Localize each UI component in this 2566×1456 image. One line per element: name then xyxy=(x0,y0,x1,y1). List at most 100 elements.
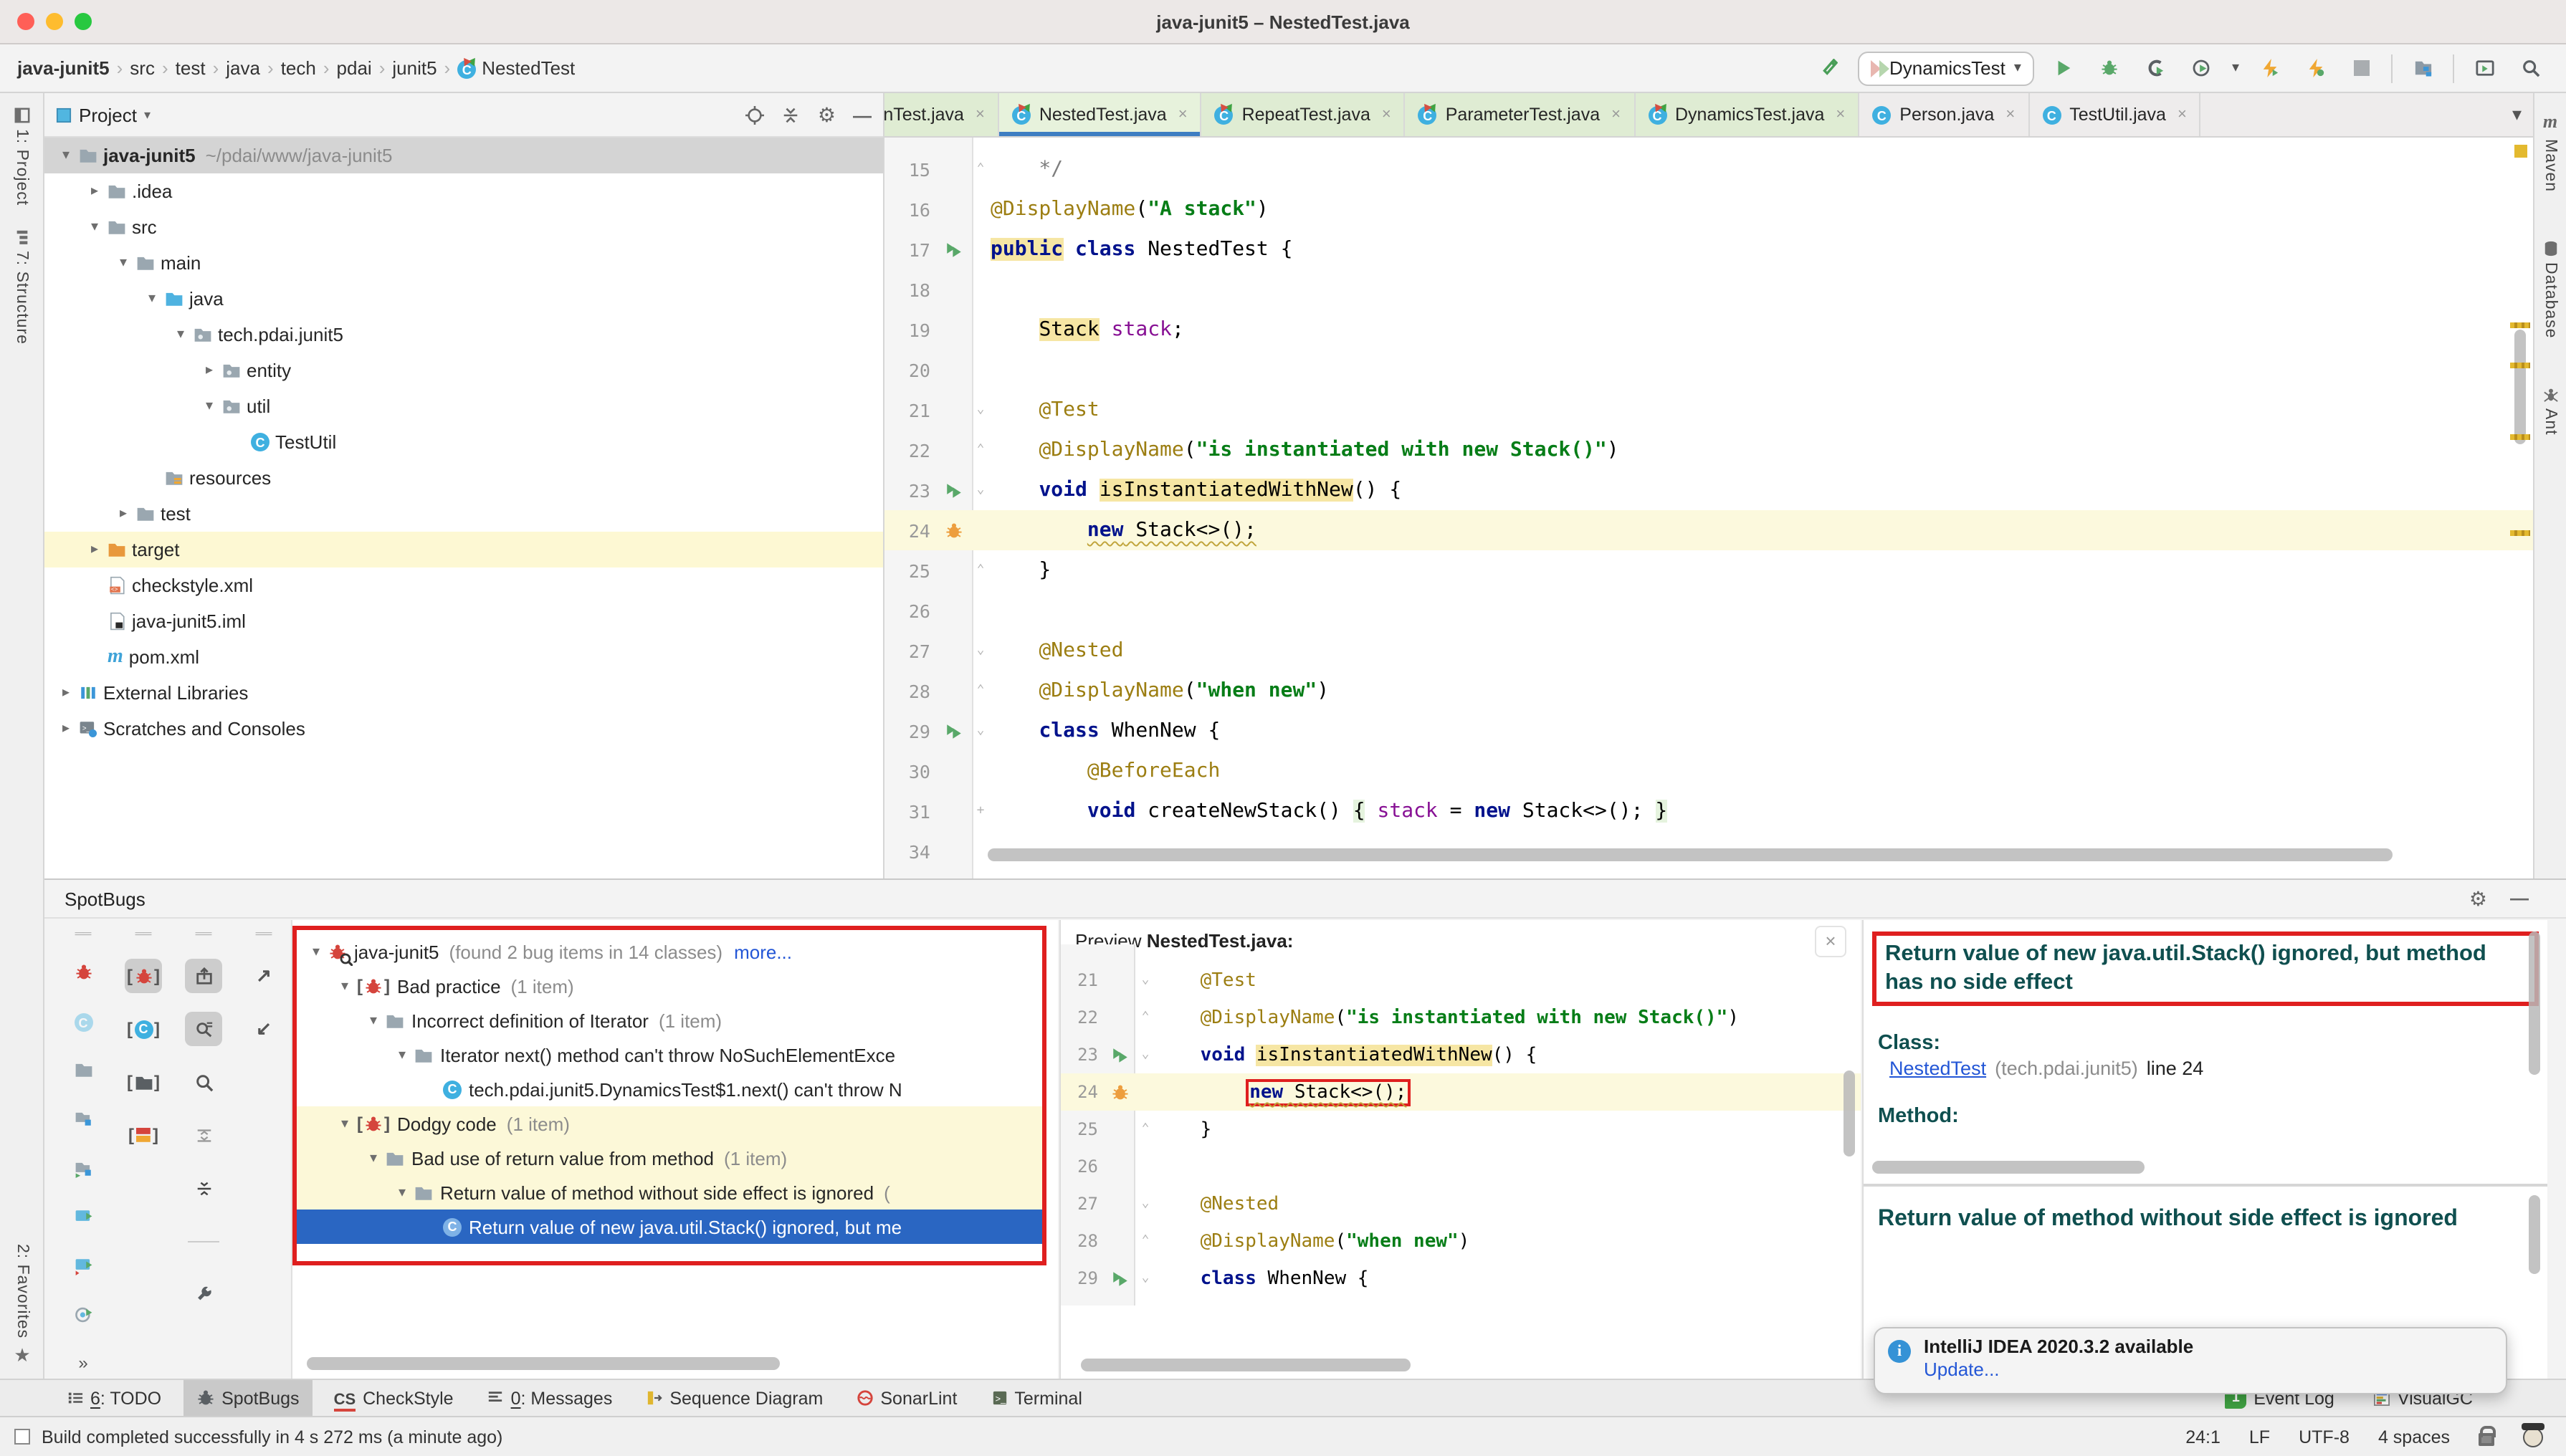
locate-file-icon[interactable] xyxy=(746,105,765,124)
toolwindow-button-sequence-diagram[interactable]: Sequence Diagram xyxy=(634,1380,836,1416)
editor-tab-nestedtest-java[interactable]: CNestedTest.java× xyxy=(999,93,1202,136)
warning-stripe-mark[interactable] xyxy=(2510,363,2530,368)
collapse-all-icon[interactable] xyxy=(782,105,801,124)
project-tree-item-java-junit5[interactable]: ▾java-junit5~/pdai/www/java-junit5 xyxy=(44,138,883,173)
code-line-26[interactable]: 26 xyxy=(1061,1148,1861,1185)
editor-tab-testutil-java[interactable]: CTestUtil.java× xyxy=(2029,93,2201,136)
code-line-16[interactable]: 16@DisplayName("A stack") xyxy=(884,189,2533,229)
expand-all-icon[interactable] xyxy=(185,1118,222,1152)
analyze-run-icon[interactable] xyxy=(65,957,102,987)
fold-marker[interactable]: + xyxy=(970,804,991,818)
bug-tree-item[interactable]: ▾[]Bad practice(1 item) xyxy=(297,969,1042,1003)
stop-button[interactable] xyxy=(2345,52,2377,84)
fold-marker[interactable]: ⌃ xyxy=(1135,1010,1155,1025)
analyze-scope-icon[interactable] xyxy=(65,1300,102,1330)
bug-tree-item[interactable]: ▾Iterator next() method can't throw NoSu… xyxy=(297,1038,1042,1072)
tree-down-arrow-icon[interactable]: ▾ xyxy=(56,148,76,163)
editor-tab-dynamicstest-java[interactable]: CDynamicsTest.java× xyxy=(1635,93,1859,136)
fold-marker[interactable]: ⌄ xyxy=(970,643,991,658)
close-window-button[interactable] xyxy=(17,13,34,30)
line-separator[interactable]: LF xyxy=(2249,1427,2270,1447)
bug-gutter-icon[interactable] xyxy=(944,521,963,540)
toolwindow-button-6-todo[interactable]: 6: TODO xyxy=(54,1380,174,1416)
more-actions-icon[interactable]: » xyxy=(65,1349,102,1379)
code-editor[interactable]: 15⌃ */16@DisplayName("A stack")17public … xyxy=(884,138,2533,878)
bug-tree-item[interactable]: ▾Bad use of return value from method(1 i… xyxy=(297,1141,1042,1175)
preview-vertical-scrollbar[interactable] xyxy=(1844,1071,1855,1156)
inspection-status-square[interactable] xyxy=(2514,145,2527,158)
breadcrumb-item[interactable]: pdai xyxy=(334,57,375,79)
fold-marker[interactable]: ⌄ xyxy=(1135,973,1155,987)
fold-marker[interactable]: ⌃ xyxy=(970,563,991,578)
toolbar-drag-handle[interactable]: ══ xyxy=(185,929,222,940)
tree-down-arrow-icon[interactable]: ▾ xyxy=(334,978,356,994)
close-tab-icon[interactable]: × xyxy=(1836,106,1845,123)
code-line-22[interactable]: 22⌃ @DisplayName("is instantiated with n… xyxy=(884,430,2533,470)
close-tab-icon[interactable]: × xyxy=(976,106,985,123)
tree-right-arrow-icon[interactable]: ▸ xyxy=(113,506,133,522)
tool-window-button-favorites[interactable]: 2: Favorites ★ xyxy=(0,1244,44,1367)
build-hammer-icon[interactable] xyxy=(1812,52,1844,84)
editor-tab-tiontest-java[interactable]: CtionTest.java× xyxy=(884,93,999,136)
code-line-25[interactable]: 25⌃ } xyxy=(1061,1111,1861,1148)
hide-panel-icon[interactable]: — xyxy=(2510,886,2529,911)
details-vertical-scrollbar[interactable] xyxy=(2529,931,2540,1075)
tree-down-arrow-icon[interactable]: ▾ xyxy=(363,1012,384,1028)
debug-hotswap-button[interactable] xyxy=(2299,52,2331,84)
hidden-tabs-chevron-icon[interactable]: ▾ xyxy=(2501,93,2533,136)
fold-marker[interactable]: ⌃ xyxy=(970,443,991,457)
analyze-class-icon[interactable]: C xyxy=(65,1006,102,1036)
import-results-icon[interactable]: ↙ xyxy=(245,1012,282,1046)
code-line-26[interactable]: 26 xyxy=(884,590,2533,631)
project-tree-item-scratches-and-consoles[interactable]: ▸>_Scratches and Consoles xyxy=(44,711,883,747)
analyze-changed-icon[interactable] xyxy=(65,1153,102,1183)
project-tree-item-target[interactable]: ▸target xyxy=(44,532,883,567)
caret-position[interactable]: 24:1 xyxy=(2185,1427,2221,1447)
warning-stripe-mark[interactable] xyxy=(2510,322,2530,328)
code-line-24[interactable]: 24 new Stack<>(); xyxy=(1061,1073,1861,1111)
code-line-18[interactable]: 18 xyxy=(884,269,2533,310)
code-line-27[interactable]: 27⌄ @Nested xyxy=(1061,1185,1861,1222)
tree-right-arrow-icon[interactable]: ▸ xyxy=(56,685,76,701)
tree-down-arrow-icon[interactable]: ▾ xyxy=(113,255,133,271)
code-line-25[interactable]: 25⌃ } xyxy=(884,550,2533,590)
project-tree-item-java[interactable]: ▾java xyxy=(44,281,883,317)
run-test-gutter-icon[interactable] xyxy=(1110,1045,1129,1064)
settings-wrench-icon[interactable] xyxy=(185,1277,222,1311)
code-line-22[interactable]: 22⌃ @DisplayName("is instantiated with n… xyxy=(1061,999,1861,1036)
code-line-30[interactable]: 30 @BeforeEach xyxy=(1061,1297,1861,1306)
class-link[interactable]: NestedTest xyxy=(1889,1058,1986,1080)
details-horizontal-scrollbar[interactable] xyxy=(1872,1161,2145,1174)
code-line-29[interactable]: 29⌄ class WhenNew { xyxy=(1061,1260,1861,1297)
editor-tab-repeattest-java[interactable]: CRepeatTest.java× xyxy=(1202,93,1406,136)
group-by-package-icon[interactable]: [] xyxy=(125,1065,162,1099)
bug-tree-item[interactable]: CReturn value of new java.util.Stack() i… xyxy=(297,1210,1042,1244)
run-button[interactable] xyxy=(2048,52,2080,84)
tool-window-button-maven[interactable]: mMaven xyxy=(2534,110,2566,192)
breadcrumb-item[interactable]: CNestedTest xyxy=(454,57,578,80)
tree-horizontal-scrollbar[interactable] xyxy=(307,1357,780,1370)
export-results-icon[interactable]: ↗ xyxy=(245,959,282,993)
indent-style[interactable]: 4 spaces xyxy=(2378,1427,2450,1447)
project-tree-item--idea[interactable]: ▸.idea xyxy=(44,173,883,209)
debug-button[interactable] xyxy=(2094,52,2126,84)
bug-tree-item[interactable]: ▾java-junit5(found 2 bug items in 14 cla… xyxy=(297,934,1042,969)
tree-down-arrow-icon[interactable]: ▾ xyxy=(171,327,191,343)
close-tab-icon[interactable]: × xyxy=(2005,106,2015,123)
code-line-28[interactable]: 28⌃ @DisplayName("when new") xyxy=(1061,1222,1861,1260)
run-test-gutter-icon[interactable] xyxy=(944,481,963,499)
fold-marker[interactable]: ⌃ xyxy=(1135,1234,1155,1248)
status-message[interactable]: Build completed successfully in 4 s 272 … xyxy=(42,1427,502,1447)
close-tab-icon[interactable]: × xyxy=(1382,106,1391,123)
coverage-button[interactable] xyxy=(2140,52,2172,84)
file-encoding[interactable]: UTF-8 xyxy=(2299,1427,2350,1447)
breadcrumb-item[interactable]: src xyxy=(127,57,158,79)
toolwindow-button-checkstyle[interactable]: CSCheckStyle xyxy=(321,1380,467,1416)
pattern-vertical-scrollbar[interactable] xyxy=(2529,1195,2540,1274)
toolwindow-button-spotbugs[interactable]: SpotBugs xyxy=(183,1380,312,1416)
code-line-23[interactable]: 23⌄ void isInstantiatedWithNew() { xyxy=(1061,1036,1861,1073)
breadcrumb-item[interactable]: test xyxy=(173,57,209,79)
code-line-27[interactable]: 27⌄ @Nested xyxy=(884,631,2533,671)
code-line-29[interactable]: 29⌄ class WhenNew { xyxy=(884,711,2533,751)
editor-tab-person-java[interactable]: CPerson.java× xyxy=(1859,93,2029,136)
